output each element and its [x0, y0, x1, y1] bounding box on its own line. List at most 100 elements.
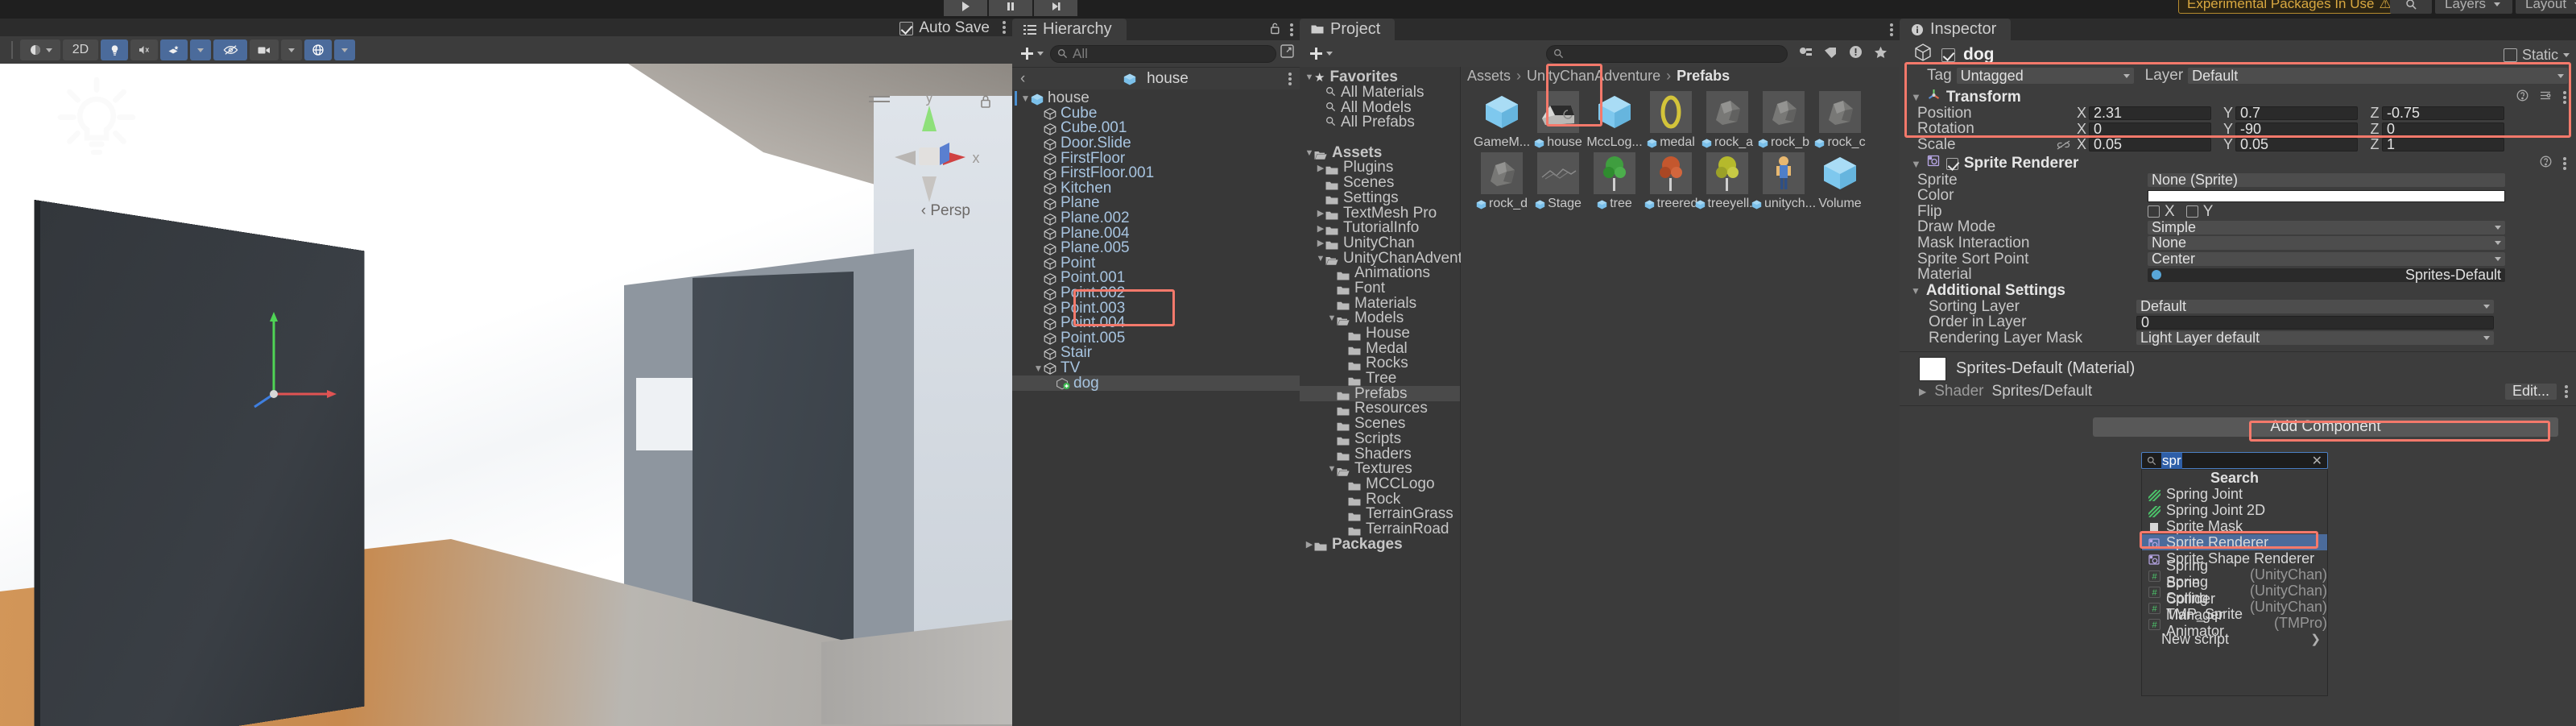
scale-link-icon[interactable] — [2057, 140, 2074, 150]
sprite-renderer-enabled-checkbox[interactable] — [1946, 158, 1958, 170]
chevron-down-icon[interactable]: ▼ — [1316, 254, 1325, 263]
sr-field-draw-mode-value[interactable]: Simple — [2148, 221, 2505, 234]
hierarchy-item-dog[interactable]: dog — [1012, 375, 1300, 391]
transform-header[interactable]: ▼ Transform — [1900, 89, 2576, 106]
asset-item-medal[interactable]: medal — [1643, 91, 1699, 152]
additional-settings-header[interactable]: ▼ Additional Settings — [1900, 283, 2576, 299]
sr-field-sprite-sort-point-value[interactable]: Center — [2148, 252, 2505, 266]
camera-settings-icon[interactable] — [250, 39, 279, 60]
hierarchy-item-point[interactable]: Point — [1012, 256, 1300, 272]
add-component-search-input[interactable]: spr ✕ — [2141, 452, 2328, 469]
hierarchy-item-plane-002[interactable]: Plane.002 — [1012, 211, 1300, 226]
transform-position-y-input[interactable]: 0.7 — [2235, 106, 2358, 120]
layout-dropdown[interactable]: Layout — [2516, 0, 2576, 14]
asset-item-treeyell[interactable]: treeyell... — [1699, 152, 1755, 214]
hierarchy-item-firstfloor[interactable]: FirstFloor — [1012, 151, 1300, 166]
shader-edit-button[interactable]: Edit... — [2505, 384, 2557, 400]
flip-x-checkbox[interactable] — [2148, 205, 2160, 218]
lighting-toggle-icon[interactable] — [101, 39, 128, 60]
hierarchy-item-point-002[interactable]: Point.002 — [1012, 286, 1300, 301]
add-component-result-sprite-mask[interactable]: Sprite Mask — [2142, 518, 2327, 534]
hierarchy-search-input[interactable]: All — [1050, 45, 1276, 63]
asset-item-unitych[interactable]: unitych... — [1755, 152, 1812, 214]
hierarchy-item-plane-004[interactable]: Plane.004 — [1012, 226, 1300, 241]
layers-dropdown[interactable]: Layers — [2435, 0, 2512, 14]
project-folder-packages[interactable]: ▶Packages — [1300, 537, 1460, 552]
sr-field-sprite-value[interactable]: None (Sprite) — [2148, 173, 2505, 187]
sr-field-material-value[interactable]: Sprites-Default — [2148, 268, 2505, 282]
transform-position-x-input[interactable]: 2.31 — [2089, 106, 2211, 120]
project-folder-models[interactable]: ▼Models — [1300, 311, 1460, 326]
object-enabled-checkbox[interactable] — [1941, 48, 1955, 62]
add-component-result-spring-joint[interactable]: Spring Joint — [2142, 486, 2327, 502]
project-folder-assets[interactable]: ▼Assets — [1300, 145, 1460, 160]
project-folder-medal[interactable]: Medal — [1300, 341, 1460, 356]
project-folder-settings[interactable]: Settings — [1300, 191, 1460, 206]
project-folder-rocks[interactable]: Rocks — [1300, 356, 1460, 371]
filter-type-icon[interactable] — [1798, 44, 1813, 64]
hierarchy-item-stair[interactable]: Stair — [1012, 346, 1300, 361]
hierarchy-item-cube[interactable]: Cube — [1012, 106, 1300, 122]
add-component-button[interactable]: Add Component — [2093, 417, 2558, 437]
transform-scale-x-input[interactable]: 0.05 — [2089, 138, 2211, 151]
chevron-down-icon[interactable]: ▼ — [1305, 148, 1314, 158]
create-object-button[interactable] — [1017, 47, 1047, 60]
play-button[interactable] — [944, 0, 987, 16]
global-search-button[interactable] — [2390, 0, 2432, 14]
scene-viewport[interactable]: y x ‹ Persp — [0, 64, 1012, 726]
hierarchy-item-point-003[interactable]: Point.003 — [1012, 301, 1300, 316]
breadcrumb-segment[interactable]: Assets — [1467, 68, 1511, 85]
hierarchy-item-point-001[interactable]: Point.001 — [1012, 271, 1300, 286]
project-folder-scripts[interactable]: Scripts — [1300, 432, 1460, 447]
filter-warning-icon[interactable] — [1849, 44, 1863, 64]
chevron-right-icon[interactable]: ▶ — [1316, 238, 1325, 248]
chevron-down-icon[interactable]: ▼ — [1327, 464, 1337, 474]
chevron-down-icon[interactable]: ▼ — [1911, 285, 1921, 297]
transform-scale-z-input[interactable]: 1 — [2382, 138, 2504, 151]
hierarchy-expand-icon[interactable] — [1280, 44, 1295, 64]
project-folder-materials[interactable]: Materials — [1300, 296, 1460, 311]
chevron-right-icon[interactable]: ▶ — [1919, 386, 1926, 397]
project-folder-tutorialinfo[interactable]: ▶TutorialInfo — [1300, 221, 1460, 236]
project-folder-terraingrass[interactable]: TerrainGrass — [1300, 507, 1460, 522]
sprite-renderer-header[interactable]: ▼ Sprite Renderer — [1900, 156, 2576, 172]
transform-kebab-icon[interactable] — [2563, 91, 2566, 104]
tab-hierarchy[interactable]: Hierarchy — [1012, 19, 1127, 40]
asset-item-tree[interactable]: tree — [1586, 152, 1643, 214]
asset-item-rock-d[interactable]: rock_d — [1474, 152, 1530, 214]
chevron-down-icon[interactable]: ▼ — [1327, 313, 1337, 323]
hierarchy-item-plane-005[interactable]: Plane.005 — [1012, 241, 1300, 256]
breadcrumb-kebab-icon[interactable] — [1288, 73, 1292, 85]
project-folder-plugins[interactable]: ▶Plugins — [1300, 160, 1460, 176]
sr-field-rendering-layer-mask-value[interactable]: Light Layer default — [2136, 331, 2494, 345]
project-folder-prefabs[interactable]: Prefabs — [1300, 386, 1460, 401]
project-folder-textmesh-pro[interactable]: ▶TextMesh Pro — [1300, 205, 1460, 221]
gizmos-dropdown-caret[interactable] — [334, 39, 355, 60]
project-folder-unitychan[interactable]: ▶UnityChan — [1300, 236, 1460, 251]
add-component-result-spring-joint-2d[interactable]: Spring Joint 2D — [2142, 502, 2327, 518]
shader-value[interactable]: Sprites/Default — [1992, 383, 2093, 400]
transform-rotation-z-input[interactable]: 0 — [2382, 122, 2504, 136]
lock-icon[interactable] — [1270, 20, 1280, 39]
chevron-right-icon[interactable]: ▶ — [1316, 223, 1325, 234]
project-folder-shaders[interactable]: Shaders — [1300, 446, 1460, 462]
hierarchy-menu-kebab-icon[interactable] — [1290, 23, 1293, 36]
project-folder-mcclogo[interactable]: MCCLogo — [1300, 477, 1460, 492]
hierarchy-item-kitchen[interactable]: Kitchen — [1012, 181, 1300, 197]
scene-visibility-icon[interactable] — [213, 39, 247, 60]
hierarchy-item-point-004[interactable]: Point.004 — [1012, 316, 1300, 331]
project-folder-rock[interactable]: Rock — [1300, 492, 1460, 507]
project-folder-tree[interactable]: Tree — [1300, 371, 1460, 387]
camera-dropdown-caret[interactable] — [281, 39, 302, 60]
pause-button[interactable] — [989, 0, 1032, 16]
sr-field-order-in-layer-value[interactable]: 0 — [2136, 316, 2494, 330]
flip-y-checkbox[interactable] — [2186, 205, 2198, 218]
chevron-down-icon[interactable]: ▼ — [1020, 93, 1031, 104]
project-search-input[interactable] — [1546, 45, 1788, 63]
asset-item-rock-a[interactable]: rock_a — [1699, 91, 1755, 152]
static-checkbox[interactable] — [2504, 48, 2517, 62]
shading-mode-dropdown[interactable] — [20, 39, 60, 60]
filter-favorite-icon[interactable] — [1874, 44, 1888, 64]
asset-item-volume[interactable]: Volume — [1812, 152, 1868, 214]
close-icon[interactable]: ✕ — [2312, 453, 2322, 469]
